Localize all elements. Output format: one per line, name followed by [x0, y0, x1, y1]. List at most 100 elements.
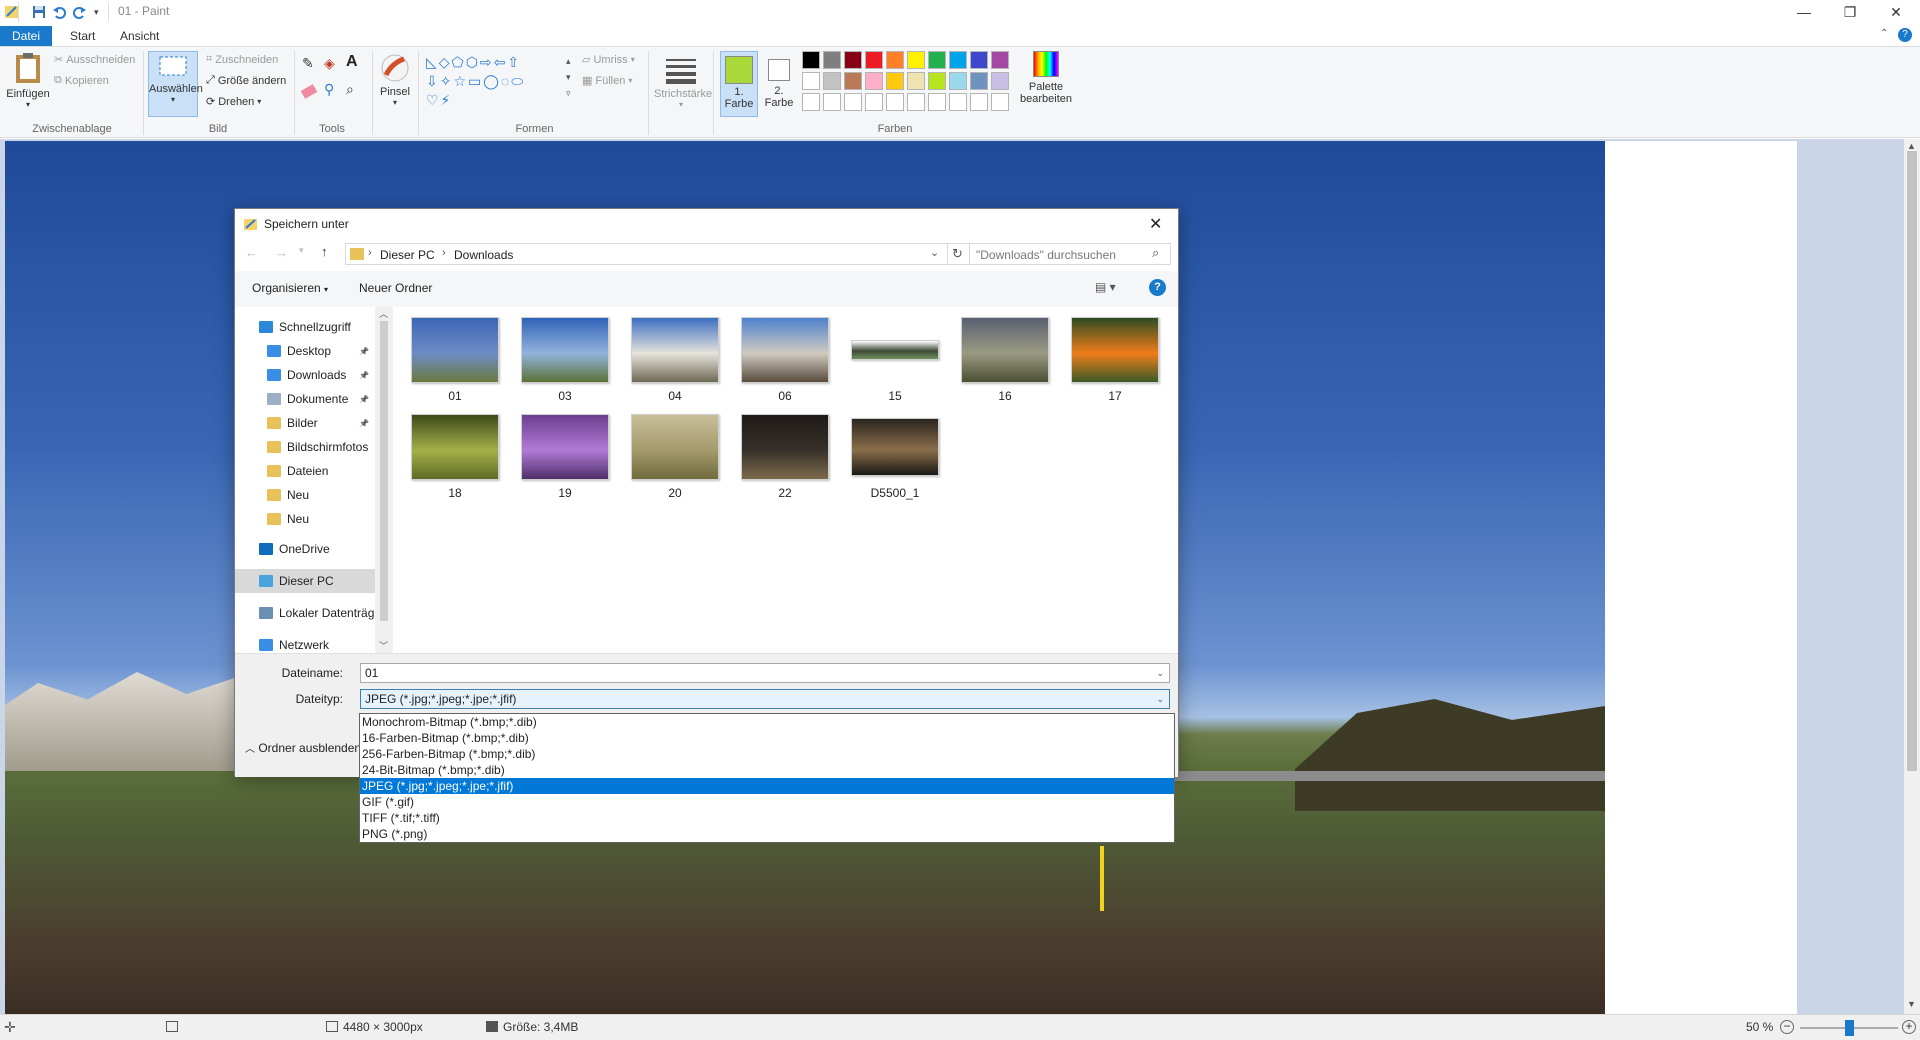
nav-item[interactable]: Bildschirmfotos	[235, 435, 375, 459]
nav-item[interactable]: Downloads 📌	[235, 363, 375, 387]
filetype-select[interactable]: JPEG (*.jpg;*.jpeg;*.jpe;*.jfif) ⌄	[360, 689, 1170, 709]
palette-swatch[interactable]	[907, 72, 925, 90]
nav-item[interactable]: Dateien	[235, 459, 375, 483]
filetype-option[interactable]: Monochrom-Bitmap (*.bmp;*.dib)	[360, 714, 1174, 730]
shapes-gallery[interactable]: ◺◇⬠⬡⇨⇦⇧ ⇩✧☆▭◯◌⬭ ♡⚡	[426, 53, 562, 109]
nav-item[interactable]: Dokumente 📌	[235, 387, 375, 411]
navigation-scrollbar-thumb[interactable]	[380, 321, 388, 621]
file-thumbnail[interactable]	[521, 317, 609, 383]
file-item[interactable]: 17	[1065, 317, 1165, 413]
filetype-option[interactable]: 24-Bit-Bitmap (*.bmp;*.dib)	[360, 762, 1174, 778]
collapse-ribbon-icon[interactable]: ⌃	[1880, 28, 1888, 39]
file-thumbnail[interactable]	[1071, 317, 1159, 383]
tab-ansicht[interactable]: Ansicht	[108, 26, 171, 46]
nav-item[interactable]: Schnellzugriff	[235, 315, 375, 339]
palette-swatch[interactable]	[865, 51, 883, 69]
palette-swatch[interactable]	[970, 72, 988, 90]
filetype-option[interactable]: TIFF (*.tif;*.tiff)	[360, 810, 1174, 826]
restore-button[interactable]: ❐	[1827, 0, 1873, 24]
nav-item[interactable]: Lokaler Datenträg	[235, 601, 375, 625]
copy-button[interactable]: ⧉ Kopieren	[54, 74, 109, 87]
nav-item[interactable]: OneDrive	[235, 537, 375, 561]
filetype-option[interactable]: 256-Farben-Bitmap (*.bmp;*.dib)	[360, 746, 1174, 762]
up-folder-icon[interactable]: ↑	[321, 244, 328, 259]
file-thumbnail[interactable]	[961, 317, 1049, 383]
dialog-help-icon[interactable]: ?	[1149, 279, 1166, 296]
resize-button[interactable]: ⤢ Größe ändern	[206, 74, 286, 87]
hide-folders-button[interactable]: ︿ Ordner ausblenden	[245, 740, 361, 755]
undo-icon[interactable]	[52, 3, 66, 21]
color-picker-icon[interactable]: ⚲	[324, 81, 334, 98]
filetype-option[interactable]: PNG (*.png)	[360, 826, 1174, 842]
color1-button[interactable]: 1. Farbe	[720, 51, 758, 117]
save-icon[interactable]	[32, 3, 46, 21]
palette-swatch[interactable]	[907, 51, 925, 69]
palette-swatch[interactable]	[802, 72, 820, 90]
file-thumbnail[interactable]	[741, 317, 829, 383]
file-item[interactable]: 22	[735, 414, 835, 510]
shapes-row-1-icon[interactable]: ◺◇⬠⬡⇨⇦⇧	[426, 53, 562, 72]
palette-swatch[interactable]	[823, 51, 841, 69]
file-thumbnail[interactable]	[411, 414, 499, 480]
search-placeholder[interactable]: "Downloads" durchsuchen	[976, 248, 1116, 262]
pencil-icon[interactable]: ✎	[302, 55, 314, 72]
tab-start[interactable]: Start	[58, 26, 107, 46]
palette-swatch[interactable]	[949, 51, 967, 69]
help-icon[interactable]: ?	[1898, 28, 1912, 42]
brushes-button[interactable]: Pinsel ▾	[378, 53, 412, 107]
customize-quick-access-icon[interactable]: ▾	[94, 3, 99, 21]
filename-value[interactable]: 01	[365, 666, 378, 680]
file-thumbnail[interactable]	[631, 317, 719, 383]
search-box[interactable]: "Downloads" durchsuchen ⌕	[969, 243, 1171, 265]
edit-colors-button[interactable]: Palette bearbeiten	[1020, 51, 1072, 105]
zoom-slider[interactable]	[1800, 1020, 1898, 1036]
address-dropdown-icon[interactable]: ⌄	[930, 246, 939, 259]
filetype-option[interactable]: GIF (*.gif)	[360, 794, 1174, 810]
outline-button[interactable]: ▱ Umriss ▾	[582, 53, 635, 67]
palette-swatch[interactable]	[970, 93, 988, 111]
palette-swatch[interactable]	[844, 93, 862, 111]
palette-swatch[interactable]	[886, 93, 904, 111]
recent-locations-icon[interactable]: ▾	[299, 245, 304, 256]
nav-item[interactable]: Neu	[235, 483, 375, 507]
palette-swatch[interactable]	[865, 93, 883, 111]
minimize-button[interactable]: —	[1781, 0, 1827, 24]
nav-item[interactable]: Bilder 📌	[235, 411, 375, 435]
select-button[interactable]: Auswählen ▾	[148, 51, 203, 117]
file-item[interactable]: 19	[515, 414, 615, 510]
palette-swatch[interactable]	[928, 93, 946, 111]
color2-button[interactable]: 2. Farbe	[760, 51, 798, 109]
view-options-icon[interactable]: ▤ ▾	[1095, 280, 1116, 294]
file-item[interactable]: 20	[625, 414, 725, 510]
palette-swatch[interactable]	[970, 51, 988, 69]
tab-datei[interactable]: Datei	[0, 26, 53, 46]
filetype-option[interactable]: 16-Farben-Bitmap (*.bmp;*.dib)	[360, 730, 1174, 746]
filetype-dropdown-icon[interactable]: ⌄	[1156, 694, 1164, 705]
breadcrumb-dieser-pc[interactable]: Dieser PC	[380, 248, 435, 262]
palette-swatch[interactable]	[928, 51, 946, 69]
palette-swatch[interactable]	[844, 51, 862, 69]
file-item[interactable]: 01	[405, 317, 505, 413]
palette-swatch[interactable]	[949, 72, 967, 90]
palette-swatch[interactable]	[823, 72, 841, 90]
scroll-down-icon[interactable]: ▼	[1907, 999, 1916, 1009]
new-folder-button[interactable]: Neuer Ordner	[359, 281, 432, 295]
scroll-up-icon[interactable]: ︿	[379, 307, 388, 320]
file-thumbnail[interactable]	[631, 414, 719, 480]
palette-swatch[interactable]	[886, 51, 904, 69]
file-item[interactable]: 18	[405, 414, 505, 510]
dialog-close-button[interactable]: ✕	[1149, 214, 1162, 234]
palette-swatch[interactable]	[802, 51, 820, 69]
shapes-row-3-icon[interactable]: ♡⚡	[426, 91, 562, 110]
close-button[interactable]: ✕	[1873, 0, 1919, 24]
scroll-down-icon[interactable]: ﹀	[379, 639, 388, 652]
canvas-blank-area[interactable]	[1605, 141, 1797, 1014]
file-item[interactable]: 03	[515, 317, 615, 413]
refresh-icon[interactable]: ↻	[952, 246, 963, 262]
paste-button[interactable]: Einfügen ▾	[6, 51, 50, 109]
eraser-icon[interactable]	[300, 84, 318, 99]
file-item[interactable]: 04	[625, 317, 725, 413]
nav-item[interactable]: Desktop 📌	[235, 339, 375, 363]
scroll-up-icon[interactable]: ▲	[1907, 141, 1916, 151]
file-thumbnail[interactable]	[521, 414, 609, 480]
